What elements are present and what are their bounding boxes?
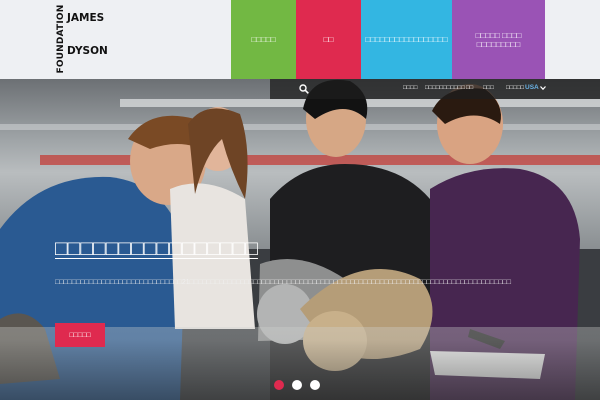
logo-james-text: JAMES [67,12,105,24]
logo-dyson-text: DYSON [67,45,108,57]
country-selector[interactable]: USA [525,84,539,91]
utility-link-3[interactable]: □□ [466,85,473,91]
carousel-dot-3[interactable] [310,380,320,390]
hero-title[interactable]: □□□□□□□□□□□□□□□□ [55,237,258,261]
nav-tile-2[interactable]: □□ [296,0,361,79]
carousel-dot-2[interactable] [292,380,302,390]
nav-tile-1[interactable]: □□□□□ [231,0,296,79]
utility-link-2[interactable]: □□□□□□□□□□□ [425,85,465,91]
hero-description: □□□□□□□□□□□□□□□□□□□□□□□□□□□□□□21□□□□□□□□… [55,277,511,288]
hero-cta-button[interactable]: □□□□□ [55,323,105,347]
utility-link-4[interactable]: □□□ [483,85,494,91]
nav-tile-4[interactable]: □□□□□ □□□□ □□□□□□□□□ [452,0,545,79]
logo-foundation-text: FOUNDATION [56,4,66,74]
site-header: FOUNDATION JAMES DYSON □□□□□ □□ □□□□□□□□… [0,0,600,79]
carousel-dot-1[interactable] [274,380,284,390]
search-icon[interactable] [299,84,309,94]
carousel-dots [274,380,320,390]
james-dyson-foundation-logo[interactable]: FOUNDATION JAMES DYSON [55,4,115,73]
nav-tile-3[interactable]: □□□□□□□□□□□□□□□□□ [361,0,452,79]
chevron-down-icon[interactable] [540,85,546,91]
utility-link-5[interactable]: □□□□□ [506,85,524,91]
utility-link-1[interactable]: □□□□ [403,85,418,91]
utility-bar: □□□□ □□□□□□□□□□□ □□ □□□ □□□□□ USA [270,79,600,99]
